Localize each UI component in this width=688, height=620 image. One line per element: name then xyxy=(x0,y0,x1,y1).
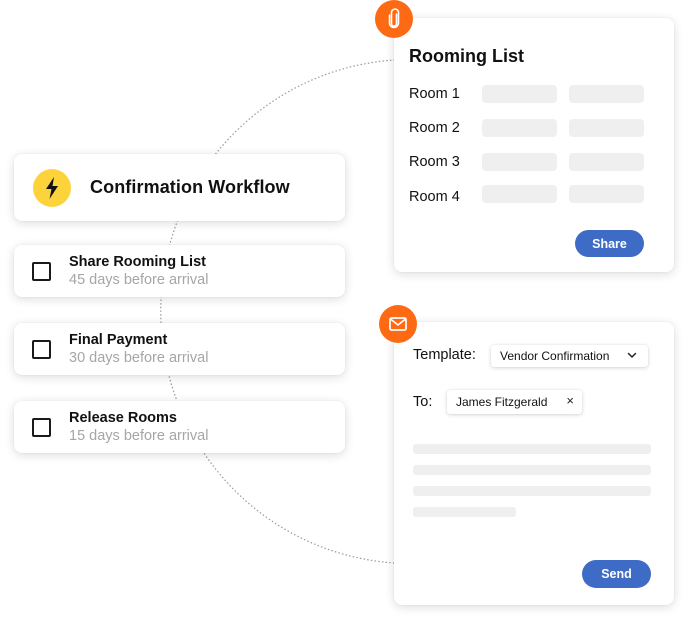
remove-recipient-icon[interactable]: × xyxy=(566,393,574,408)
room-placeholder-field xyxy=(569,85,644,103)
task-subtitle: 45 days before arrival xyxy=(69,271,209,288)
room-placeholder-field xyxy=(569,153,644,171)
task-item-release-rooms[interactable]: Release Rooms 15 days before arrival xyxy=(14,401,345,453)
task-checkbox[interactable] xyxy=(32,339,51,359)
template-selected-value: Vendor Confirmation xyxy=(500,349,610,363)
message-placeholder-line xyxy=(413,465,651,475)
task-title: Share Rooming List xyxy=(69,253,206,270)
room-placeholder-field xyxy=(569,119,644,137)
rooming-list-title: Rooming List xyxy=(409,46,524,66)
task-title: Final Payment xyxy=(69,331,168,348)
mail-icon xyxy=(379,305,417,343)
lightning-bolt-icon xyxy=(33,168,71,207)
share-button[interactable]: Share xyxy=(575,230,644,257)
room-row: Room 1 xyxy=(409,85,656,103)
room-row: Room 4 xyxy=(409,185,656,205)
room-placeholder-field xyxy=(482,185,557,203)
task-subtitle: 15 days before arrival xyxy=(69,427,209,444)
task-checkbox[interactable] xyxy=(32,261,51,281)
workflow-header-card: Confirmation Workflow xyxy=(14,154,345,221)
room-label: Room 3 xyxy=(409,154,460,170)
room-label: Room 2 xyxy=(409,120,460,136)
message-placeholder-line xyxy=(413,486,651,496)
template-select[interactable]: Vendor Confirmation xyxy=(491,345,648,367)
room-row: Room 2 xyxy=(409,119,656,137)
task-subtitle: 30 days before arrival xyxy=(69,349,209,366)
room-placeholder-field xyxy=(569,185,644,203)
room-placeholder-field xyxy=(482,85,557,103)
room-label: Room 4 xyxy=(409,189,460,205)
task-item-share-rooming-list[interactable]: Share Rooming List 45 days before arriva… xyxy=(14,245,345,297)
room-placeholder-field xyxy=(482,153,557,171)
rooming-list-card: Rooming List Room 1 Room 2 Room 3 Room 4… xyxy=(394,18,674,272)
message-placeholder-line xyxy=(413,507,516,517)
task-title: Release Rooms xyxy=(69,409,177,426)
task-item-final-payment[interactable]: Final Payment 30 days before arrival xyxy=(14,323,345,375)
send-button[interactable]: Send xyxy=(582,560,651,588)
recipient-name: James Fitzgerald xyxy=(456,395,548,409)
recipient-chip[interactable]: James Fitzgerald × xyxy=(447,390,582,414)
email-card: Template: Vendor Confirmation To: James … xyxy=(394,322,674,605)
room-label: Room 1 xyxy=(409,86,460,102)
workflow-title: Confirmation Workflow xyxy=(90,177,290,197)
task-checkbox[interactable] xyxy=(32,417,51,437)
template-label: Template: xyxy=(413,347,476,363)
to-label: To: xyxy=(413,394,433,410)
room-row: Room 3 xyxy=(409,153,656,171)
room-placeholder-field xyxy=(482,119,557,137)
message-placeholder-line xyxy=(413,444,651,454)
paperclip-icon xyxy=(375,0,413,38)
chevron-down-icon xyxy=(627,352,637,358)
